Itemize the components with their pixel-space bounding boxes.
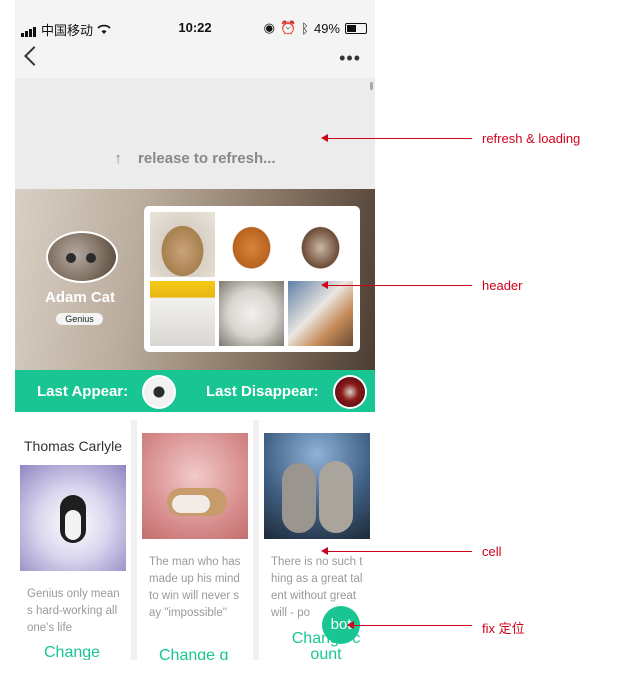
user-name: Adam Cat bbox=[44, 289, 115, 306]
ellipsis-icon[interactable]: ••• bbox=[339, 48, 361, 69]
phone-screen: 中国移动 10:22 ◉ ⏰ ᛒ 49% ••• ↑ release to re… bbox=[15, 0, 375, 660]
bluetooth-icon: ᛒ bbox=[301, 20, 309, 36]
photo-grid-cell[interactable] bbox=[219, 281, 284, 346]
photo-grid-cell[interactable] bbox=[150, 212, 215, 277]
photo-grid-cell[interactable] bbox=[219, 212, 284, 277]
status-bar: 中国移动 10:22 ◉ ⏰ ᛒ 49% bbox=[15, 0, 375, 40]
avatar[interactable] bbox=[46, 231, 118, 283]
annotation-arrow bbox=[347, 621, 472, 629]
battery-percent: 49% bbox=[313, 20, 340, 36]
annotation-arrow bbox=[321, 134, 472, 142]
avatar-eye bbox=[66, 253, 76, 263]
arrow-up-icon: ↑ bbox=[114, 150, 122, 167]
photo-grid-cell[interactable] bbox=[150, 281, 215, 346]
card-link[interactable]: Change g bbox=[159, 647, 228, 660]
card-body: Genius only means hard-working all one's… bbox=[27, 588, 120, 634]
cat-shape bbox=[65, 510, 81, 540]
annotation-label: header bbox=[482, 278, 523, 293]
nav-bar: ••• bbox=[15, 40, 375, 78]
card-image bbox=[142, 433, 248, 539]
last-disappear-avatar[interactable] bbox=[333, 375, 367, 409]
annotation-arrow bbox=[321, 281, 472, 289]
appear-bar: Last Appear: Last Disappear: bbox=[15, 370, 375, 412]
quote-card[interactable]: The man who has made up his mind to win … bbox=[137, 420, 253, 660]
annotation-label: refresh & loading bbox=[482, 131, 581, 146]
annotation-arrow bbox=[321, 547, 472, 555]
user-badge: Genius bbox=[56, 313, 103, 325]
last-disappear-label: Last Disappear: bbox=[206, 383, 319, 400]
photo-grid bbox=[144, 206, 360, 352]
card-image bbox=[20, 465, 126, 571]
rotation-lock-icon: ◉ bbox=[263, 20, 275, 35]
refresh-label: release to refresh... bbox=[138, 150, 276, 167]
card-title: Thomas Carlyle bbox=[23, 438, 123, 454]
cat-shape bbox=[319, 461, 353, 533]
alarm-icon: ⏰ bbox=[279, 20, 297, 35]
last-appear-label: Last Appear: bbox=[37, 383, 129, 400]
annotation-label: cell bbox=[482, 544, 502, 559]
avatar-eye bbox=[86, 253, 96, 263]
chevron-left-icon[interactable] bbox=[24, 46, 44, 66]
cat-shape bbox=[172, 495, 210, 513]
scroll-indicator bbox=[370, 82, 373, 90]
cat-shape bbox=[282, 463, 316, 533]
card-image bbox=[264, 433, 370, 539]
quote-card[interactable]: Thomas Carlyle Genius only means hard-wo… bbox=[15, 420, 131, 660]
photo-grid-cell[interactable] bbox=[288, 281, 353, 346]
refresh-status: ↑ release to refresh... bbox=[15, 150, 375, 167]
cell-list: Thomas Carlyle Genius only means hard-wo… bbox=[15, 420, 375, 660]
card-link[interactable]: Change bbox=[44, 644, 100, 660]
profile-header: Adam Cat Genius bbox=[15, 189, 375, 370]
annotation-label: fix 定位 bbox=[482, 621, 525, 636]
last-appear-avatar[interactable] bbox=[142, 375, 176, 409]
status-icons: ◉ ⏰ ᛒ 49% bbox=[264, 20, 367, 36]
battery-icon bbox=[345, 22, 367, 34]
card-body: The man who has made up his mind to win … bbox=[149, 556, 241, 619]
photo-grid-cell[interactable] bbox=[288, 212, 353, 277]
